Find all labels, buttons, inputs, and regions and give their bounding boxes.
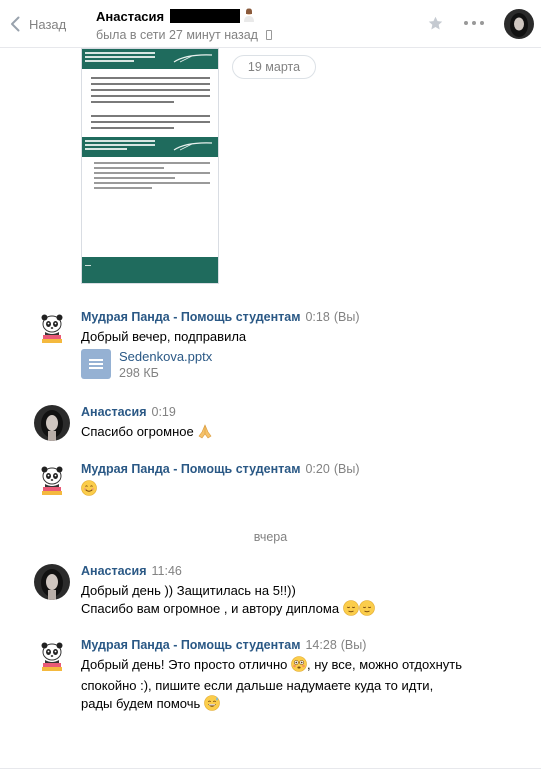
document-size: 298 КБ	[119, 366, 159, 380]
panda-avatar[interactable]	[34, 462, 70, 498]
message-line-row: Добрый день! Это просто отлично , ну все…	[81, 656, 462, 677]
more-icon[interactable]	[464, 21, 484, 25]
message-line: Спасибо вам огромное , и автору диплома	[81, 601, 340, 616]
grinning-sweat-face-icon	[204, 695, 220, 716]
message-line: , ну все, можно отдохнуть	[306, 657, 462, 672]
message-time[interactable]: 14:28	[305, 638, 336, 652]
chevron-left-icon	[11, 16, 20, 32]
message-text: Добрый вечер, подправила	[81, 329, 247, 344]
message-author[interactable]: Анастасия	[81, 405, 147, 419]
panda-avatar[interactable]	[34, 310, 70, 346]
message-author[interactable]: Мудрая Панда - Помощь студентам	[81, 310, 300, 324]
document-name[interactable]: Sedenkova.pptx	[119, 349, 212, 364]
message-line-row: рады будем помочь	[81, 695, 462, 716]
message-author[interactable]: Мудрая Панда - Помощь студентам	[81, 462, 300, 476]
message-text-block: Добрый день )) Защитилась на 5!!)) Спаси…	[81, 582, 375, 621]
message: Анастасия 11:46 Добрый день )) Защитилась…	[34, 564, 514, 622]
message-line: Добрый день! Это просто отлично	[81, 657, 288, 672]
message-line: спокойно :), пишите если дальше надумает…	[81, 678, 434, 693]
message-line-row: Спасибо вам огромное , и автору диплома	[81, 600, 375, 621]
attached-slide-image[interactable]	[81, 48, 219, 284]
woman-emoji-icon	[243, 8, 255, 25]
chat-header: Назад Анастасия была в сети 27 минут наз…	[0, 0, 541, 48]
document-icon	[81, 349, 111, 379]
message-text-block: Добрый день! Это просто отлично , ну все…	[81, 656, 462, 716]
folded-hands-icon	[197, 423, 213, 444]
message: Мудрая Панда - Помощь студентам 14:28 (Вы)…	[34, 638, 514, 718]
star-icon[interactable]	[427, 15, 444, 35]
back-button[interactable]: Назад	[10, 12, 66, 36]
message-time[interactable]: 0:19	[152, 405, 176, 419]
relieved-face-icon	[342, 600, 359, 621]
message: Мудрая Панда - Помощь студентам 0:18 (Вы) …	[34, 310, 514, 382]
panda-avatar[interactable]	[34, 638, 70, 674]
message-author[interactable]: Мудрая Панда - Помощь студентам	[81, 638, 300, 652]
peer-name: Анастасия	[96, 8, 165, 24]
smiling-face-icon	[81, 480, 97, 501]
back-label: Назад	[29, 16, 67, 32]
message-you-label: (Вы)	[333, 462, 360, 476]
peer-message-avatar[interactable]	[34, 564, 70, 600]
message-text-row	[81, 480, 97, 501]
mobile-icon	[265, 30, 272, 40]
message-time[interactable]: 11:46	[152, 564, 182, 578]
message-line: Добрый день )) Защитилась на 5!!))	[81, 583, 296, 598]
message-time[interactable]: 0:20	[305, 462, 329, 476]
date-pill: 19 марта	[232, 55, 316, 79]
peer-status: была в сети 27 минут назад	[96, 28, 258, 42]
message: Мудрая Панда - Помощь студентам 0:20 (Вы)	[34, 462, 514, 502]
relieved-face-icon	[358, 600, 375, 621]
composer-divider	[0, 768, 541, 769]
redacted-surname	[170, 9, 241, 23]
day-divider: вчера	[253, 530, 288, 544]
flushed-face-icon	[291, 656, 307, 677]
message-text-row: Спасибо огромное	[81, 423, 213, 444]
message-text: Спасибо огромное	[81, 424, 194, 439]
message-line: рады будем помочь	[81, 696, 201, 711]
peer-message-avatar[interactable]	[34, 405, 70, 441]
message-author[interactable]: Анастасия	[81, 564, 147, 578]
message-you-label: (Вы)	[340, 638, 367, 652]
message: Анастасия 0:19 Спасибо огромное	[34, 405, 514, 445]
peer-avatar[interactable]	[504, 9, 534, 39]
peer-info[interactable]: Анастасия была в сети 27 минут назад	[96, 8, 272, 42]
document-attachment[interactable]: Sedenkova.pptx 298 КБ	[81, 349, 212, 380]
message-time[interactable]: 0:18	[305, 310, 329, 324]
message-you-label: (Вы)	[333, 310, 360, 324]
